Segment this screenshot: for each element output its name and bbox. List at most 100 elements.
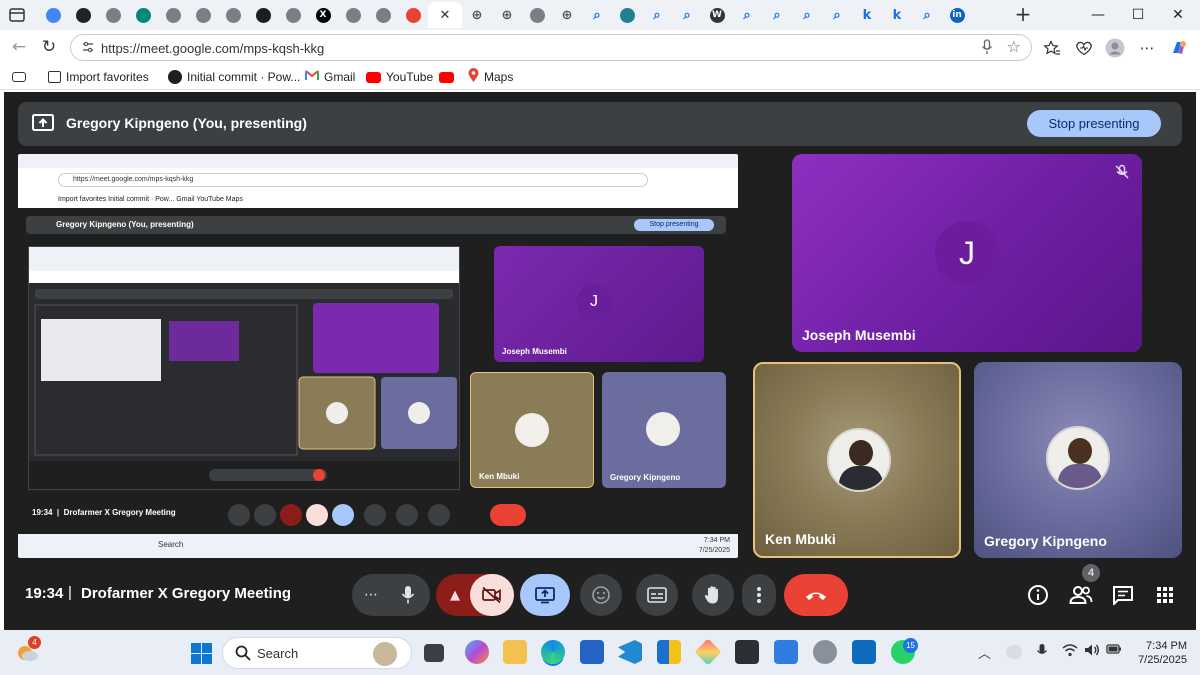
settings-more-icon[interactable]: ⋯ bbox=[1136, 37, 1158, 59]
people-icon[interactable] bbox=[1068, 582, 1094, 608]
browser-tab[interactable] bbox=[128, 2, 158, 28]
edge-browser-icon[interactable] bbox=[541, 640, 565, 664]
browser-tab[interactable]: ⌕ bbox=[732, 2, 762, 28]
browser-tab[interactable] bbox=[278, 2, 308, 28]
reload-icon[interactable]: ↻ bbox=[38, 36, 60, 58]
github-icon bbox=[255, 7, 271, 23]
leave-call-button[interactable] bbox=[784, 574, 848, 616]
bookmark-youtube[interactable]: YouTube bbox=[366, 69, 433, 85]
microphone-button[interactable] bbox=[386, 574, 430, 616]
tab-active[interactable]: ✕ bbox=[428, 2, 462, 28]
browser-tab[interactable] bbox=[68, 2, 98, 28]
mic-tray-icon[interactable] bbox=[1036, 643, 1048, 663]
activities-icon[interactable] bbox=[1152, 582, 1178, 608]
stop-presenting-button[interactable]: Stop presenting bbox=[1027, 110, 1161, 137]
powerbi-icon[interactable] bbox=[657, 640, 681, 664]
browser-tab[interactable]: W bbox=[702, 2, 732, 28]
task-view-icon[interactable] bbox=[424, 644, 444, 662]
search-icon: ⌕ bbox=[773, 7, 781, 23]
new-tab-button[interactable]: + bbox=[1012, 4, 1034, 26]
bookmark-youtube-2[interactable] bbox=[439, 69, 454, 85]
volume-icon[interactable] bbox=[1084, 643, 1100, 661]
browser-tab[interactable]: ⊕ bbox=[462, 2, 492, 28]
more-audio-options-icon[interactable]: ⋯ bbox=[364, 587, 378, 603]
microphone-icon[interactable] bbox=[981, 39, 993, 58]
maximize-button[interactable]: ☐ bbox=[1118, 4, 1158, 26]
import-icon bbox=[12, 72, 26, 82]
browser-tab[interactable]: ⊕ bbox=[552, 2, 582, 28]
participant-tile-gregory[interactable]: Gregory Kipngeno bbox=[974, 362, 1182, 558]
captions-button[interactable] bbox=[636, 574, 678, 616]
bookmark-gmail[interactable]: Gmail bbox=[305, 69, 355, 85]
site-info-icon[interactable] bbox=[81, 40, 95, 59]
browser-tab[interactable]: ⌕ bbox=[762, 2, 792, 28]
bookmark-import-favorites-link[interactable]: Import favorites bbox=[48, 69, 149, 85]
emoji-reaction-button[interactable] bbox=[580, 574, 622, 616]
browser-tab[interactable] bbox=[248, 2, 278, 28]
close-tab-icon[interactable]: ✕ bbox=[440, 8, 451, 23]
taskbar-search-box[interactable]: Search bbox=[222, 637, 412, 669]
close-window-button[interactable]: ✕ bbox=[1158, 4, 1198, 26]
browser-tab[interactable] bbox=[612, 2, 642, 28]
wifi-icon[interactable] bbox=[1062, 643, 1078, 661]
browser-essentials-icon[interactable] bbox=[1073, 37, 1095, 59]
browser-tab[interactable]: ⌕ bbox=[642, 2, 672, 28]
minimize-button[interactable]: — bbox=[1078, 4, 1118, 26]
back-icon[interactable]: ← bbox=[8, 36, 30, 58]
outlook-icon[interactable] bbox=[852, 640, 876, 664]
browser-tab[interactable] bbox=[368, 2, 398, 28]
tab-actions-menu-icon[interactable] bbox=[8, 6, 26, 24]
more-options-button[interactable] bbox=[742, 574, 776, 616]
browser-tab[interactable] bbox=[338, 2, 368, 28]
participant-tile-ken[interactable]: Ken Mbuki bbox=[753, 362, 961, 558]
browser-tab[interactable] bbox=[522, 2, 552, 28]
browser-tab[interactable]: ⌕ bbox=[912, 2, 942, 28]
chat-icon[interactable] bbox=[1110, 582, 1136, 608]
browser-tab[interactable] bbox=[38, 2, 68, 28]
browser-tab[interactable]: ⌕ bbox=[672, 2, 702, 28]
raise-hand-button[interactable] bbox=[692, 574, 734, 616]
settings-gear-icon[interactable] bbox=[813, 640, 837, 664]
browser-tab[interactable]: ⌕ bbox=[822, 2, 852, 28]
cloud-status-icon[interactable] bbox=[1006, 645, 1022, 659]
browser-tab[interactable] bbox=[188, 2, 218, 28]
meeting-details-icon[interactable] bbox=[1025, 582, 1051, 608]
favorite-star-icon[interactable]: ☆ bbox=[1007, 37, 1021, 56]
bookmark-initial-commit[interactable]: Initial commit · Pow... bbox=[168, 69, 300, 85]
present-now-button[interactable] bbox=[520, 574, 570, 616]
preview-presenting-label: Gregory Kipngeno (You, presenting) bbox=[56, 220, 194, 229]
camera-off-button[interactable] bbox=[470, 574, 514, 616]
bookmark-maps[interactable]: Maps bbox=[468, 68, 513, 85]
browser-tab[interactable]: X bbox=[308, 2, 338, 28]
powershell-icon[interactable] bbox=[774, 640, 798, 664]
show-hidden-icons-chevron[interactable]: ︿ bbox=[978, 643, 991, 662]
participant-tile-joseph[interactable]: J Joseph Musembi bbox=[792, 154, 1142, 352]
browser-tab[interactable]: ⊕ bbox=[492, 2, 522, 28]
bookmark-import-favorites[interactable] bbox=[12, 69, 26, 85]
camera-options-chevron-icon[interactable]: ▲ bbox=[450, 588, 460, 603]
favorites-icon[interactable] bbox=[1041, 37, 1063, 59]
browser-tab[interactable]: ⌕ bbox=[792, 2, 822, 28]
vscode-icon[interactable] bbox=[618, 640, 642, 664]
browser-tab[interactable]: in bbox=[942, 2, 972, 28]
microsoft-store-icon[interactable] bbox=[580, 640, 604, 664]
browser-tab[interactable]: k bbox=[882, 2, 912, 28]
profile-avatar[interactable] bbox=[1104, 37, 1126, 59]
file-explorer-icon[interactable] bbox=[503, 640, 527, 664]
copilot-icon[interactable] bbox=[1168, 37, 1190, 59]
browser-tab[interactable] bbox=[158, 2, 188, 28]
battery-icon[interactable] bbox=[1106, 643, 1122, 659]
paint-icon[interactable] bbox=[694, 638, 722, 666]
browser-tab[interactable] bbox=[98, 2, 128, 28]
terminal-icon[interactable] bbox=[735, 640, 759, 664]
copilot-app-icon[interactable] bbox=[465, 640, 489, 664]
browser-tab[interactable]: k bbox=[852, 2, 882, 28]
system-clock[interactable]: 7:34 PM 7/25/2025 bbox=[1127, 639, 1187, 667]
address-bar[interactable]: https://meet.google.com/mps-kqsh-kkg ☆ bbox=[70, 34, 1032, 61]
start-button-icon[interactable] bbox=[191, 643, 212, 664]
preview-clock: 7:34 PM 7/25/2025 bbox=[699, 536, 730, 556]
browser-tab[interactable] bbox=[398, 2, 428, 28]
browser-tab[interactable]: ⌕ bbox=[582, 2, 612, 28]
weather-widget-icon[interactable]: 4 bbox=[16, 636, 41, 664]
browser-tab[interactable] bbox=[218, 2, 248, 28]
